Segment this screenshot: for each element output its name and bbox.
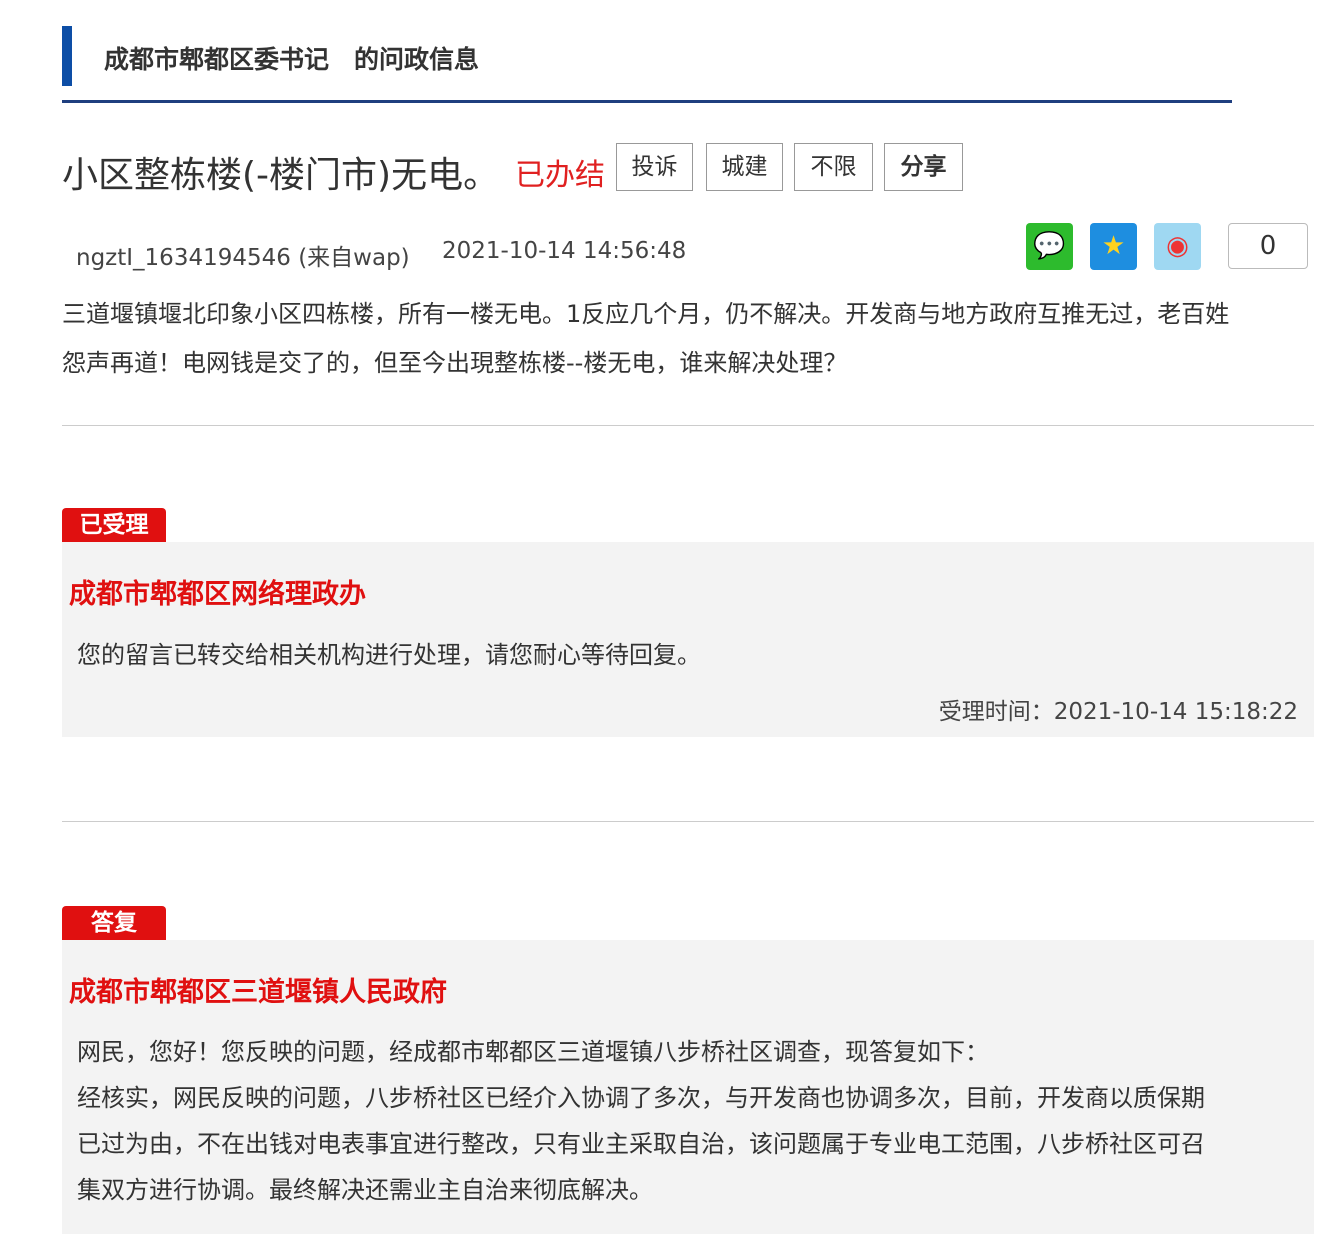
post-author: ngztI_1634194546 (来自wap) bbox=[76, 238, 410, 272]
reply-badge: 已受理 bbox=[62, 508, 166, 542]
qzone-share-icon[interactable]: ★ bbox=[1090, 223, 1137, 270]
page-header: 成都市郫都区委书记 的问政信息 bbox=[62, 26, 1232, 103]
reply-card: 成都市郫都区三道堰镇人民政府 网民，您好！您反映的问题，经成都市郫都区三道堰镇八… bbox=[62, 940, 1314, 1234]
page-title: 成都市郫都区委书记 的问政信息 bbox=[104, 40, 479, 76]
divider bbox=[62, 425, 1314, 426]
wechat-share-icon[interactable]: 💬 bbox=[1026, 223, 1073, 270]
reply-badge: 答复 bbox=[62, 906, 166, 940]
tag-scope[interactable]: 不限 bbox=[794, 143, 873, 191]
post-time: 2021-10-14 14:56:48 bbox=[442, 238, 686, 264]
share-button[interactable]: 分享 bbox=[884, 143, 963, 191]
divider bbox=[62, 821, 1314, 822]
tag-category[interactable]: 城建 bbox=[706, 143, 783, 191]
accent-bar bbox=[62, 26, 72, 86]
reply-org: 成都市郫都区三道堰镇人民政府 bbox=[69, 970, 447, 1009]
reply-time: 受理时间：2021-10-14 15:18:22 bbox=[939, 692, 1298, 726]
reply-org: 成都市郫都区网络理政办 bbox=[69, 572, 366, 611]
post-title: 小区整栋楼(-楼门市)无电。 bbox=[62, 146, 499, 198]
reply-card: 成都市郫都区网络理政办 您的留言已转交给相关机构进行处理，请您耐心等待回复。 受… bbox=[62, 542, 1314, 737]
share-count: 0 bbox=[1228, 223, 1308, 269]
reply-message: 您的留言已转交给相关机构进行处理，请您耐心等待回复。 bbox=[77, 632, 1227, 678]
weibo-share-icon[interactable]: ◉ bbox=[1154, 223, 1201, 270]
status-label: 已办结 bbox=[515, 150, 605, 194]
reply-message: 网民，您好！您反映的问题，经成都市郫都区三道堰镇八步桥社区调查，现答复如下： 经… bbox=[77, 1029, 1227, 1213]
tag-complaint[interactable]: 投诉 bbox=[616, 143, 693, 191]
post-content: 三道堰镇堰北印象小区四栋楼，所有一楼无电。1反应几个月，仍不解决。开发商与地方政… bbox=[62, 290, 1232, 388]
